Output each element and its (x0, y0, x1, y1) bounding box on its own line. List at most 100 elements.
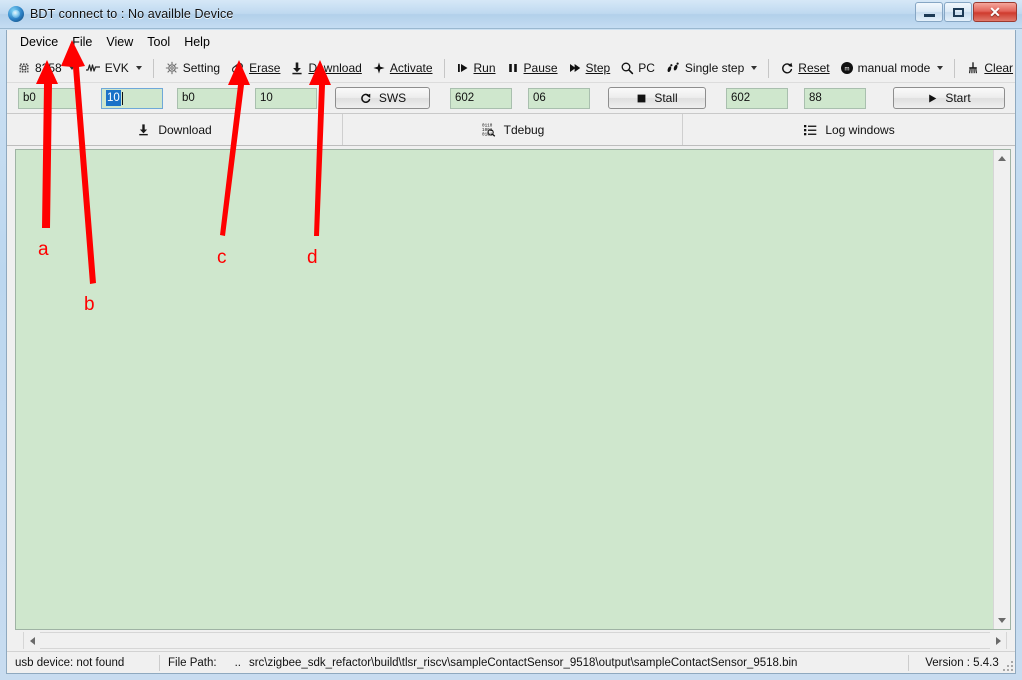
manual-mode-label: manual mode (857, 61, 931, 75)
maximize-icon (952, 7, 964, 17)
menu-item-view[interactable]: View (99, 32, 140, 52)
chevron-down-icon (751, 66, 758, 70)
stall-label: Stall (654, 91, 678, 105)
menu-item-tool[interactable]: Tool (140, 32, 177, 52)
client-area: Device File View Tool Help 8258 EVK Sett… (6, 30, 1016, 674)
field-val-1[interactable]: 06 (528, 87, 590, 109)
download-label: Download (308, 61, 362, 75)
window-controls: ✕ (915, 2, 1017, 22)
chip-dropdown-8258[interactable]: 8258 (15, 59, 80, 77)
manual-mode-dropdown[interactable]: m manual mode (835, 59, 949, 77)
field-pc-2[interactable]: 602 (726, 87, 788, 109)
run-button[interactable]: Run (451, 59, 501, 77)
resize-grip[interactable] (1001, 659, 1013, 671)
toolbar-separator (443, 58, 445, 78)
download-arrow-icon (290, 61, 304, 75)
start-button[interactable]: Start (893, 87, 1005, 109)
content-pane-wrapper (7, 146, 1015, 651)
single-step-label: Single step (684, 61, 745, 75)
main-toolbar: 8258 EVK Setting Erase Download Activate… (7, 54, 1015, 83)
footsteps-icon (665, 61, 681, 75)
download-content-pane (15, 149, 1011, 630)
reset-circular-arrow-icon (780, 61, 794, 75)
scroll-right-button[interactable] (990, 632, 1006, 649)
chevron-left-icon (29, 636, 35, 645)
sws-button[interactable]: SWS (335, 87, 430, 109)
horizontal-scrollbar[interactable] (23, 632, 1007, 649)
text-caret (121, 91, 123, 105)
annotation-label-b: b (84, 294, 95, 315)
pause-icon (506, 61, 520, 75)
field-addr-1[interactable]: b0 (18, 87, 80, 109)
application-window: BDT connect to : No availble Device ✕ De… (0, 0, 1022, 680)
field-len-1[interactable]: 10 (101, 87, 163, 109)
step-label: Step (585, 61, 611, 75)
field-val-2[interactable]: 88 (804, 87, 866, 109)
tab-log-windows[interactable]: Log windows (683, 114, 1015, 145)
app-globe-icon (8, 6, 24, 22)
toolbar-separator (954, 58, 956, 78)
version-label: Version : 5.4.3 (925, 656, 999, 669)
scroll-down-button[interactable] (994, 612, 1010, 629)
download-button[interactable]: Download (285, 59, 366, 77)
chip-icon (17, 61, 31, 75)
evk-label: EVK (104, 61, 129, 75)
pause-button[interactable]: Pause (501, 59, 563, 77)
pc-label: PC (638, 61, 655, 75)
title-bar: BDT connect to : No availble Device ✕ (0, 0, 1022, 29)
parameter-field-row: b0 10 b0 10 SWS 602 06 Stall 602 88 Star… (7, 83, 1015, 114)
scroll-up-button[interactable] (994, 150, 1010, 167)
close-button[interactable]: ✕ (973, 2, 1017, 22)
chevron-down-icon (937, 66, 944, 70)
log-text-area[interactable] (16, 150, 993, 629)
stall-button[interactable]: Stall (608, 87, 706, 109)
chevron-up-icon (998, 156, 1006, 161)
field-len-2[interactable]: 10 (255, 87, 317, 109)
maximize-button[interactable] (944, 2, 972, 22)
play-triangle-icon (927, 93, 938, 104)
annotation-label-c: c (217, 247, 227, 268)
binary-search-icon: 0110 1001 0101 (481, 122, 496, 137)
file-path-cell: File Path: .. src\zigbee_sdk_refactor\bu… (160, 652, 908, 673)
chevron-down-icon (68, 66, 75, 70)
chevron-right-icon (995, 636, 1001, 645)
tab-tdebug[interactable]: 0110 1001 0101 Tdebug (343, 114, 683, 145)
status-bar: usb device: not found File Path: .. src\… (7, 651, 1015, 673)
scroll-left-button[interactable] (24, 632, 40, 649)
pc-button[interactable]: PC (615, 59, 660, 77)
start-label: Start (945, 91, 971, 105)
menu-bar: Device File View Tool Help (7, 30, 1015, 54)
tab-strip: Download 0110 1001 0101 Tdebug Log windo… (7, 114, 1015, 146)
menu-item-device[interactable]: Device (13, 32, 65, 52)
tab-download[interactable]: Download (7, 114, 343, 145)
minimize-icon (923, 14, 935, 17)
reset-button[interactable]: Reset (775, 59, 834, 77)
clear-label: Clear (984, 61, 1014, 75)
clear-button[interactable]: Clear (961, 59, 1018, 77)
menu-item-file[interactable]: File (65, 32, 99, 52)
waveform-icon (85, 62, 101, 74)
svg-text:m: m (844, 67, 849, 73)
erase-button[interactable]: Erase (225, 59, 285, 77)
setting-button[interactable]: Setting (160, 59, 225, 77)
field-addr-2[interactable]: b0 (177, 87, 239, 109)
single-step-dropdown[interactable]: Single step (660, 59, 762, 77)
minimize-button[interactable] (915, 2, 943, 22)
close-icon: ✕ (989, 4, 1001, 20)
menu-item-help[interactable]: Help (177, 32, 217, 52)
step-button[interactable]: Step (563, 59, 616, 77)
vertical-scrollbar[interactable] (993, 150, 1010, 629)
field-pc-1[interactable]: 602 (450, 87, 512, 109)
window-title: BDT connect to : No availble Device (30, 7, 234, 21)
activate-button[interactable]: Activate (367, 59, 438, 77)
evk-dropdown[interactable]: EVK (80, 59, 147, 77)
list-lines-icon (803, 123, 817, 137)
sws-label: SWS (378, 91, 407, 105)
field-len-1-value: 10 (106, 90, 121, 106)
annotation-label-a: a (38, 239, 49, 260)
mode-circle-icon: m (840, 61, 854, 75)
gear-icon (165, 61, 179, 75)
chevron-down-icon (998, 618, 1006, 623)
erase-label: Erase (249, 61, 281, 75)
activate-label: Activate (389, 61, 433, 75)
